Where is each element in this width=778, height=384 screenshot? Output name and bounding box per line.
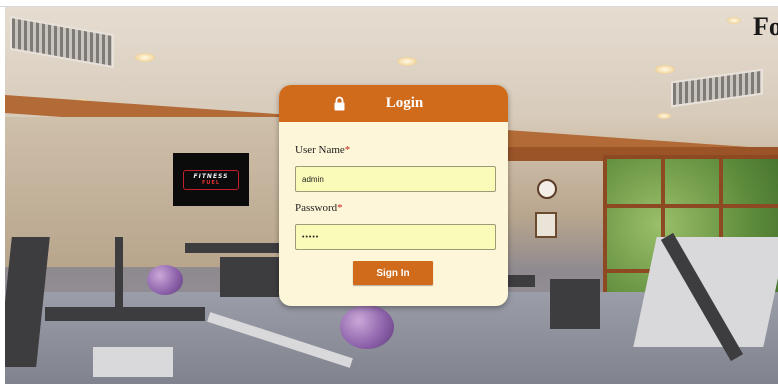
ceiling-light [727,17,741,24]
password-label: Password* [295,202,343,214]
username-label: User Name* [295,144,350,156]
password-label-text: Password [295,202,338,214]
page-heading-partial: Fo [753,12,778,41]
sign-in-button[interactable]: Sign In [353,261,433,285]
login-card: Login User Name* Password* Sign In [279,85,508,306]
login-page: Fo FITNESS FUEL Login User Name* Passwor… [0,0,778,384]
required-mark: * [337,202,343,214]
ceiling-light [655,65,675,74]
login-header: Login [279,85,508,122]
login-title: Login [385,95,424,111]
ceiling-light [135,53,155,62]
gym-machine [93,347,173,377]
username-field[interactable] [295,166,496,192]
exercise-ball [340,305,394,349]
dumbbell-rack [220,257,280,297]
ceiling-light [657,113,671,119]
top-border [0,0,778,7]
username-label-text: User Name [295,144,345,156]
ceiling-light [397,57,417,66]
exercise-ball [147,265,183,295]
logo-badge: FITNESS FUEL [183,169,239,190]
gym-machine [45,307,205,321]
lock-icon [334,96,345,111]
logo-line2: FUEL [201,180,221,186]
logo-line1: FITNESS [193,173,229,180]
wall-frame [535,212,557,238]
wall-clock [537,179,557,199]
password-field[interactable] [295,224,496,250]
required-mark: * [344,144,351,156]
gym-machine [115,237,123,312]
exercise-bike [550,279,600,329]
fitness-fuel-logo: FITNESS FUEL [173,153,249,206]
